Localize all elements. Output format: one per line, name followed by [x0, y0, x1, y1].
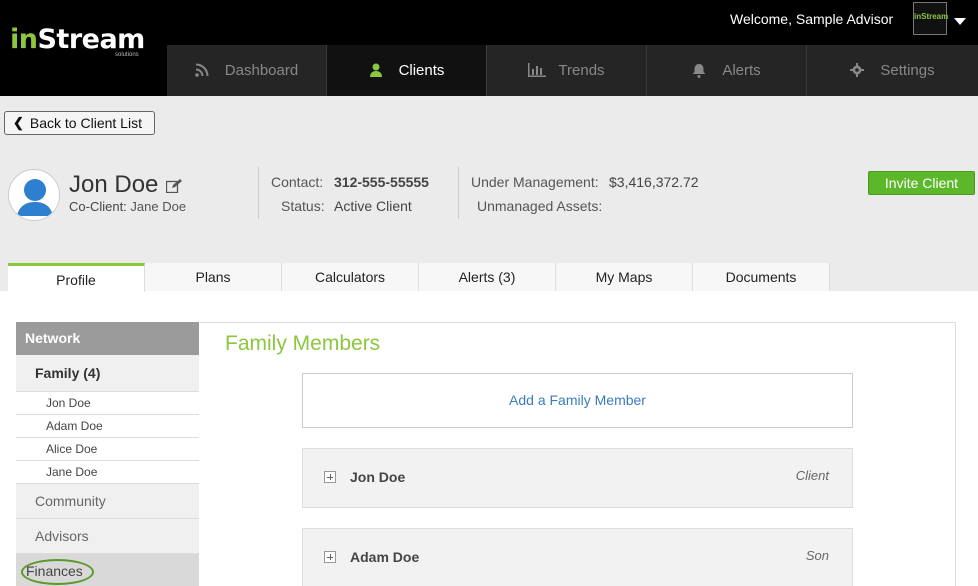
nav-label: Trends [558, 62, 605, 79]
nav-item-alerts[interactable]: Alerts [647, 45, 807, 96]
tab-plans[interactable]: Plans [145, 263, 282, 291]
sidebar-subitem-alice-doe[interactable]: Alice Doe [16, 438, 199, 461]
bar-chart-icon [528, 62, 547, 79]
logo-subtitle: solutions [115, 52, 139, 58]
gear-icon [850, 62, 866, 79]
rss-icon [194, 63, 211, 79]
chevron-left-icon: ❮ [13, 115, 24, 130]
sidebar-item-label: Finances [26, 563, 83, 579]
member-role: Client [795, 468, 829, 483]
family-member-row[interactable]: Jon Doe Client [302, 448, 853, 508]
app-logo[interactable]: inStream [10, 24, 145, 55]
co-client-value: Jane Doe [130, 199, 187, 214]
divider [258, 167, 259, 219]
tab-documents[interactable]: Documents [693, 263, 830, 291]
member-role: Son [805, 548, 829, 563]
sidebar-item-community[interactable]: Community [16, 484, 199, 519]
top-header: inStream solutions Welcome, Sample Advis… [0, 0, 978, 96]
edit-icon[interactable] [165, 179, 182, 194]
under-management-label: Under Management: [471, 174, 599, 190]
sidebar-subitem-jon-doe[interactable]: Jon Doe [16, 392, 199, 415]
unmanaged-assets-label: Unmanaged Assets: [477, 198, 603, 214]
client-avatar [8, 169, 60, 221]
co-client-label: Co-Client: [69, 199, 127, 214]
welcome-message: Welcome, Sample Advisor [730, 11, 894, 27]
sidebar-subitem-jane-doe[interactable]: Jane Doe [16, 461, 199, 484]
nav-item-settings[interactable]: Settings [807, 45, 978, 96]
main-nav: Dashboard Clients Trends Alerts Settings [167, 45, 978, 96]
sidebar-item-finances[interactable]: Finances [16, 554, 199, 586]
bell-icon [692, 63, 708, 79]
nav-label: Clients [398, 62, 445, 79]
network-sidebar: Network Family (4) Jon Doe Adam Doe Alic… [16, 322, 199, 586]
back-to-client-list-button[interactable]: ❮ Back to Client List [4, 111, 155, 135]
client-name: Jon Doe [69, 171, 159, 198]
divider [458, 167, 459, 219]
page-title: Family Members [225, 332, 381, 355]
tab-my-maps[interactable]: My Maps [556, 263, 693, 291]
caret-down-icon[interactable] [954, 18, 966, 25]
contact-value: 312-555-55555 [334, 174, 429, 190]
sidebar-heading: Network [16, 322, 199, 355]
invite-client-button[interactable]: Invite Client [868, 171, 975, 195]
advisor-avatar[interactable]: inStream [913, 2, 948, 35]
nav-label: Dashboard [224, 62, 299, 79]
logo-stream-text: Stream [37, 24, 145, 55]
family-member-row[interactable]: Adam Doe Son [302, 528, 853, 586]
member-name: Jon Doe [350, 469, 406, 485]
contact-label: Contact: [271, 174, 324, 190]
sidebar-item-advisors[interactable]: Advisors [16, 519, 199, 554]
nav-label: Settings [880, 62, 935, 79]
nav-item-trends[interactable]: Trends [487, 45, 647, 96]
sidebar-item-family[interactable]: Family (4) [16, 355, 199, 392]
expand-icon[interactable] [324, 551, 336, 563]
nav-item-clients[interactable]: Clients [327, 45, 487, 96]
tab-profile[interactable]: Profile [8, 263, 145, 292]
expand-icon[interactable] [324, 471, 336, 483]
profile-tabs: Profile Plans Calculators Alerts (3) My … [8, 263, 830, 292]
member-name: Adam Doe [350, 549, 420, 565]
status-label: Status: [281, 198, 325, 214]
sidebar-subitem-adam-doe[interactable]: Adam Doe [16, 415, 199, 438]
add-family-member-button[interactable]: Add a Family Member [302, 373, 853, 428]
co-client: Co-Client: Jane Doe [69, 199, 186, 214]
nav-item-dashboard[interactable]: Dashboard [167, 45, 327, 96]
user-icon [369, 63, 385, 79]
under-management-value: $3,416,372.72 [609, 174, 699, 190]
logo-in-text: in [10, 24, 38, 55]
back-button-label: Back to Client List [29, 115, 142, 131]
tab-alerts[interactable]: Alerts (3) [419, 263, 556, 291]
tab-calculators[interactable]: Calculators [282, 263, 419, 291]
nav-label: Alerts [722, 62, 761, 79]
status-value: Active Client [334, 198, 412, 214]
